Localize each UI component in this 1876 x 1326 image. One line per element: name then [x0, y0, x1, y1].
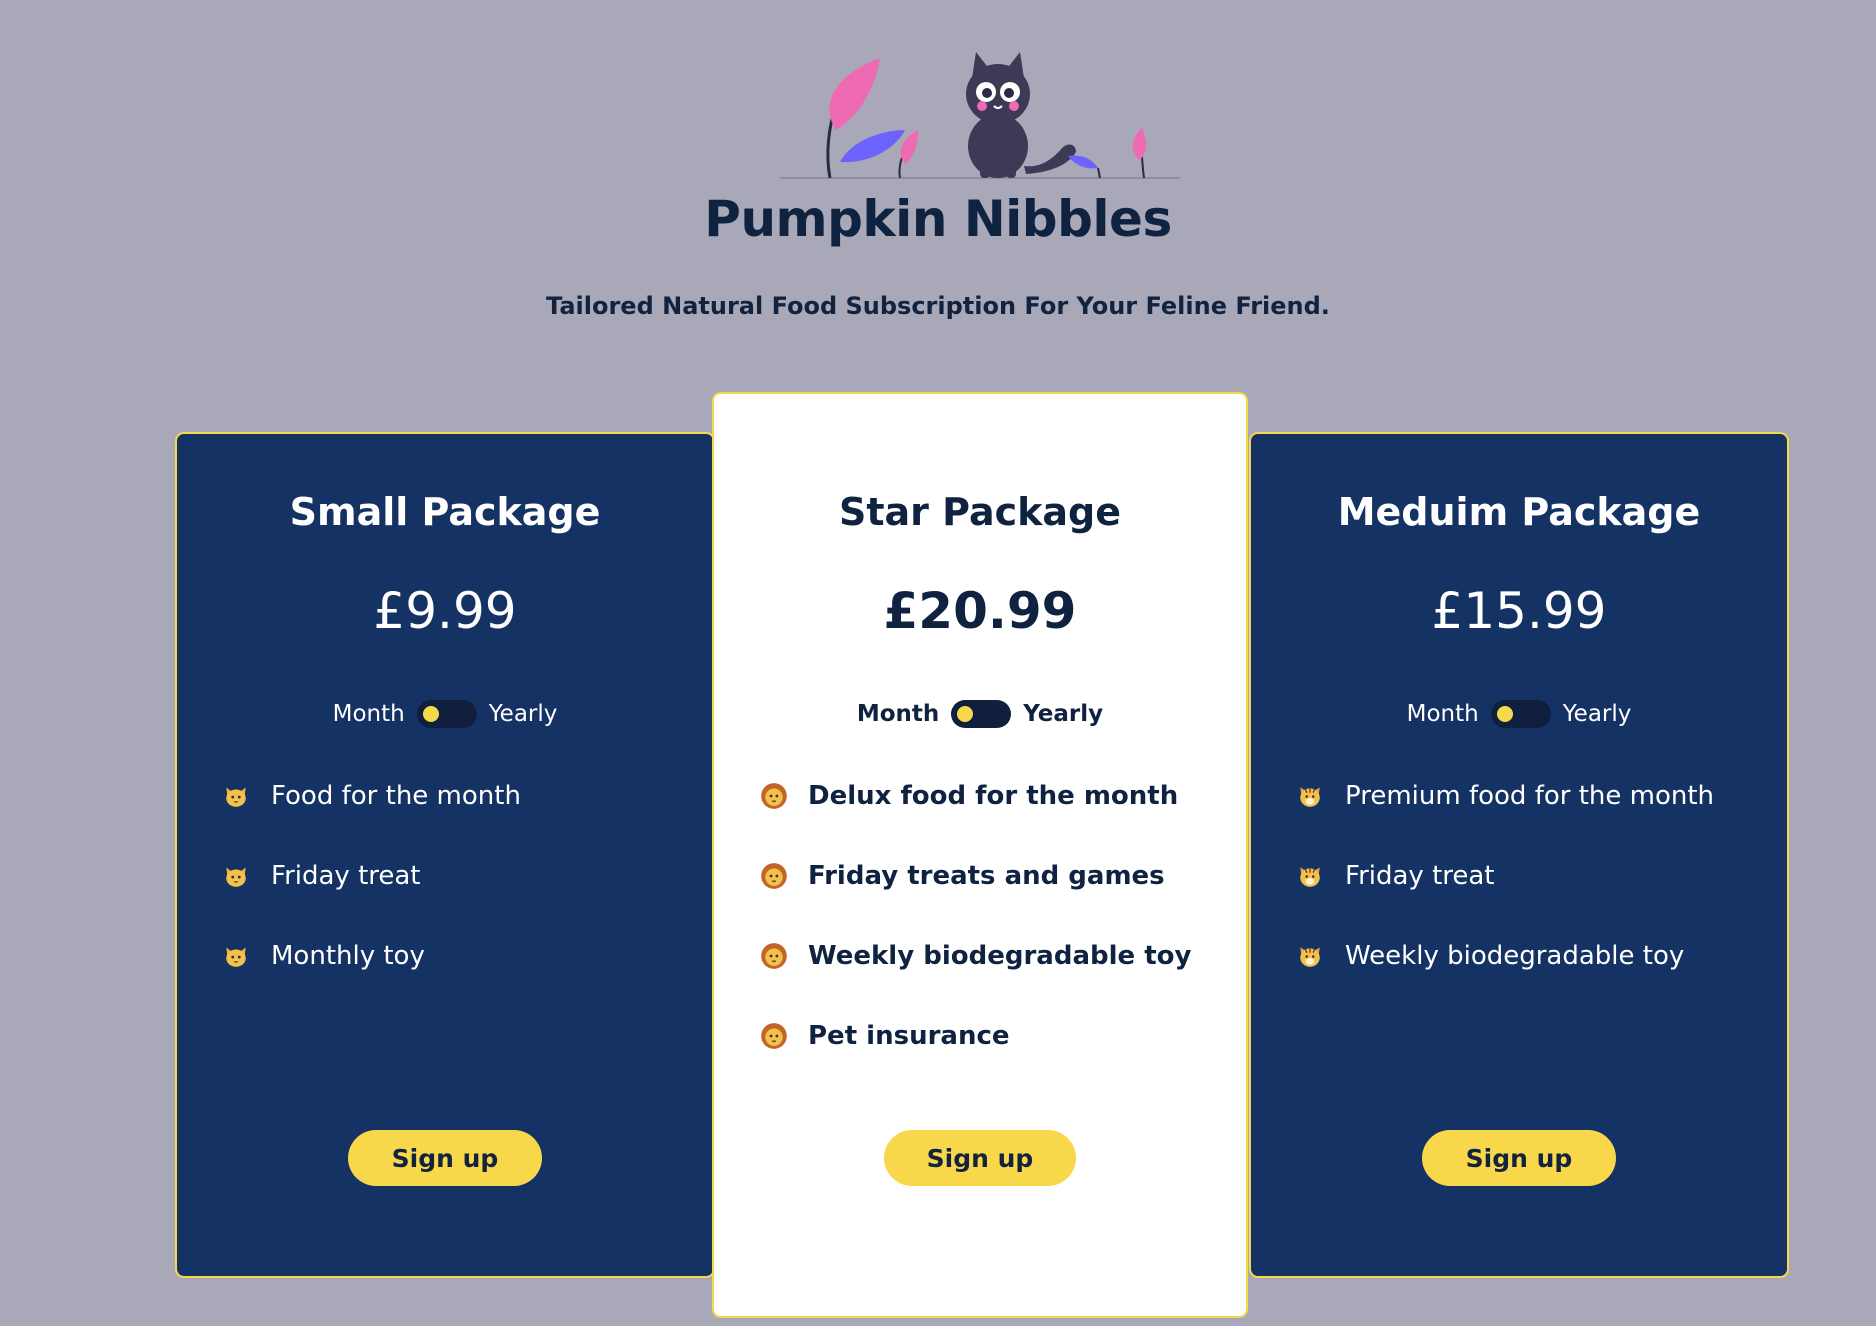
hero-cat-illustration	[780, 52, 1180, 179]
feature-text: Friday treats and games	[808, 861, 1165, 891]
signup-button[interactable]: Sign up	[348, 1130, 542, 1186]
feature-item: Delux food for the month	[760, 756, 1226, 836]
toggle-knob	[1496, 706, 1513, 722]
feature-item: Friday treat	[223, 836, 693, 916]
feature-text: Pet insurance	[808, 1021, 1010, 1051]
cat-face-icon	[223, 863, 271, 889]
lion-face-icon	[760, 1022, 808, 1050]
cat-face-icon	[223, 783, 271, 809]
feature-text: Food for the month	[271, 781, 521, 811]
feature-text: Premium food for the month	[1345, 781, 1715, 811]
package-price: £9.99	[373, 582, 517, 640]
feature-list: Delux food for the month Friday treats a…	[760, 756, 1226, 1076]
feature-list: Premium food for the month Friday treat …	[1297, 756, 1767, 996]
lion-face-icon	[760, 862, 808, 890]
feature-item: Friday treats and games	[760, 836, 1226, 916]
billing-toggle[interactable]	[1490, 700, 1551, 728]
pricing-card-star: Star Package £20.99 Month Yearly Delux f…	[712, 392, 1248, 1318]
package-title: Star Package	[838, 490, 1122, 534]
feature-text: Weekly biodegradable toy	[808, 941, 1192, 971]
feature-item: Weekly biodegradable toy	[1297, 916, 1767, 996]
feature-item: Weekly biodegradable toy	[760, 916, 1226, 996]
billing-yearly-label: Yearly	[1562, 701, 1632, 727]
billing-month-label: Month	[1406, 701, 1479, 727]
feature-item: Pet insurance	[760, 996, 1226, 1076]
billing-yearly-label: Yearly	[1023, 701, 1104, 727]
feature-list: Food for the month Friday treat Monthly …	[223, 756, 693, 996]
tiger-face-icon	[1297, 863, 1345, 889]
signup-button[interactable]: Sign up	[884, 1130, 1076, 1186]
signup-button[interactable]: Sign up	[1422, 1130, 1616, 1186]
feature-text: Monthly toy	[271, 941, 425, 971]
cat-face-icon	[223, 943, 271, 969]
tagline: Tailored Natural Food Subscription For Y…	[546, 292, 1330, 320]
tiger-face-icon	[1297, 943, 1345, 969]
feature-item: Premium food for the month	[1297, 756, 1767, 836]
tiger-face-icon	[1297, 783, 1345, 809]
billing-toggle-group: Month Yearly	[714, 700, 1246, 728]
billing-toggle[interactable]	[951, 700, 1012, 728]
billing-month-label: Month	[856, 701, 940, 727]
feature-item: Food for the month	[223, 756, 693, 836]
feature-text: Friday treat	[1345, 861, 1495, 891]
billing-toggle-group: Month Yearly	[177, 700, 713, 728]
toggle-knob	[422, 706, 439, 722]
billing-toggle-group: Month Yearly	[1251, 700, 1787, 728]
package-title: Small Package	[289, 490, 601, 534]
feature-item: Monthly toy	[223, 916, 693, 996]
pricing-card-small: Small Package £9.99 Month Yearly Food fo…	[175, 432, 715, 1278]
brand-title: Pumpkin Nibbles	[704, 190, 1172, 248]
lion-face-icon	[760, 942, 808, 970]
feature-text: Delux food for the month	[808, 781, 1179, 811]
package-price: £20.99	[883, 582, 1077, 640]
toggle-knob	[957, 706, 974, 722]
feature-item: Friday treat	[1297, 836, 1767, 916]
feature-text: Weekly biodegradable toy	[1345, 941, 1685, 971]
package-price: £15.99	[1431, 582, 1607, 640]
billing-toggle[interactable]	[416, 700, 477, 728]
lion-face-icon	[760, 782, 808, 810]
billing-month-label: Month	[332, 701, 405, 727]
package-title: Meduim Package	[1337, 490, 1701, 534]
feature-text: Friday treat	[271, 861, 421, 891]
pricing-card-medium: Meduim Package £15.99 Month Yearly Premi…	[1249, 432, 1789, 1278]
billing-yearly-label: Yearly	[488, 701, 558, 727]
